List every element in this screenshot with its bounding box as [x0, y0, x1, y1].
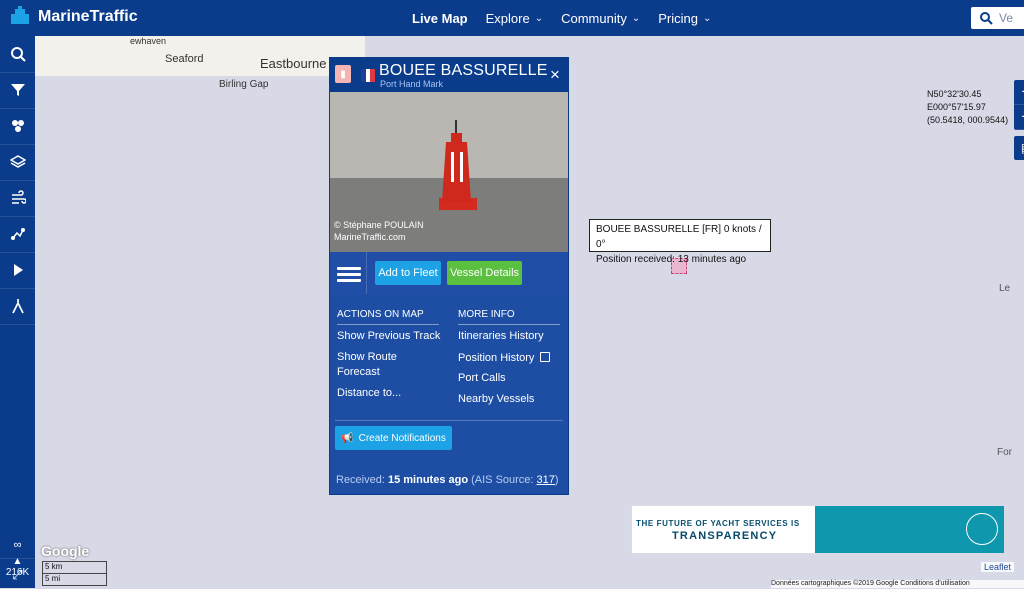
distance-to-link[interactable]: Distance to... — [337, 387, 401, 399]
add-to-fleet-button[interactable]: Add to Fleet — [375, 261, 441, 285]
vessel-info-popup: ▮ BOUEE BASSURELLE Port Hand Mark × © St… — [329, 57, 569, 495]
ship-logo-icon — [11, 6, 29, 24]
routes-icon — [10, 228, 25, 240]
measure-button[interactable] — [0, 288, 35, 325]
actions-on-map-title: ACTIONS ON MAP — [337, 309, 439, 325]
more-info-title: MORE INFO — [458, 309, 560, 325]
search-icon — [10, 47, 26, 62]
vessel-tooltip: BOUEE BASSURELLE [FR] 0 knots / 0° Posit… — [589, 219, 771, 265]
map-scale: 5 km 5 mi — [42, 561, 107, 586]
popup-title: BOUEE BASSURELLE — [379, 62, 548, 79]
received-status: Received: 15 minutes ago (AIS Source: 31… — [336, 474, 559, 486]
ad-line-1: THE FUTURE OF YACHT SERVICES IS — [636, 519, 800, 528]
layers-icon — [9, 155, 26, 168]
close-button[interactable]: × — [542, 58, 568, 92]
search-icon — [980, 12, 993, 25]
france-flag-icon — [361, 69, 376, 82]
live-status-button[interactable]: ∞ — [0, 532, 35, 559]
create-notifications-button[interactable]: 📢 Create Notifications — [335, 426, 452, 450]
map-type-button[interactable]: ▤ — [1014, 136, 1024, 160]
zoom-control: + − — [1014, 80, 1024, 130]
nav-pricing[interactable]: Pricing ⌄ — [658, 11, 711, 26]
photo-credit: © Stéphane POULAIN MarineTraffic.com — [334, 220, 424, 242]
weather-button[interactable] — [0, 180, 35, 217]
map-label-eastbourne: Eastbourne — [260, 56, 327, 71]
nav-explore[interactable]: Explore ⌄ — [486, 11, 543, 26]
map-label-le: Le — [999, 283, 1011, 294]
nav-community[interactable]: Community ⌄ — [561, 11, 640, 26]
map-label-seaford: Seaford — [165, 53, 204, 65]
popup-header: ▮ BOUEE BASSURELLE Port Hand Mark × — [330, 58, 568, 92]
chevron-down-icon: ⌄ — [702, 12, 712, 24]
brand-name: MarineTraffic — [38, 8, 138, 25]
main-nav: Live Map Explore ⌄ Community ⌄ Pricing ⌄ — [412, 0, 711, 36]
advertisement-banner[interactable]: THE FUTURE OF YACHT SERVICES IS TRANSPAR… — [631, 505, 1005, 554]
zoom-in-button[interactable]: + — [1014, 80, 1024, 105]
layers-button[interactable] — [0, 144, 35, 181]
divider — [366, 252, 367, 294]
top-navigation-bar: MarineTraffic Live Map Explore ⌄ Communit… — [0, 0, 1024, 36]
show-route-link[interactable]: Show Route — [337, 351, 397, 363]
expand-icon: ⤢ — [12, 567, 23, 582]
density-icon — [11, 120, 24, 132]
measure-icon — [11, 299, 24, 314]
menu-button[interactable] — [337, 264, 361, 282]
play-icon — [13, 264, 23, 276]
leaflet-link[interactable]: Leaflet — [981, 562, 1015, 572]
map-attribution[interactable]: Données cartographiques ©2019 Google Con… — [771, 580, 1024, 588]
filter-icon — [10, 84, 25, 96]
fullscreen-button[interactable]: ⤢ — [0, 562, 35, 589]
ad-logo — [966, 513, 998, 545]
search-input[interactable]: Ve — [971, 7, 1024, 29]
playback-button[interactable] — [0, 252, 35, 289]
density-button[interactable] — [0, 108, 35, 145]
map-label-for: For — [997, 447, 1012, 458]
map-label-birling-gap: Birling Gap — [219, 79, 269, 90]
weather-icon — [11, 190, 26, 204]
ais-source-link[interactable]: 317 — [537, 474, 555, 486]
infinity-icon: ∞ — [13, 539, 22, 551]
ad-line-2: TRANSPARENCY — [672, 530, 778, 542]
show-previous-track-link[interactable]: Show Previous Track — [337, 330, 440, 342]
lock-icon — [540, 352, 551, 362]
google-logo: Google — [41, 543, 90, 559]
vessel-photo[interactable]: © Stéphane POULAIN MarineTraffic.com — [330, 92, 568, 252]
port-calls-link[interactable]: Port Calls — [458, 372, 506, 384]
search-placeholder: Ve — [999, 11, 1014, 25]
left-toolbar: ▲ 216K ∞ ⤢ — [0, 36, 35, 589]
marinetraffic-logo[interactable]: MarineTraffic — [8, 6, 138, 28]
cursor-coordinates: N50°32'30.45 E000°57'15.97 (50.5418, 000… — [927, 89, 1009, 125]
forecast-link[interactable]: Forecast — [337, 366, 380, 378]
position-history-link[interactable]: Position History — [458, 351, 551, 364]
chevron-down-icon: ⌄ — [534, 12, 544, 24]
zoom-out-button[interactable]: − — [1014, 105, 1024, 130]
filter-button[interactable] — [0, 72, 35, 109]
map-label-newhaven: ewhaven — [130, 36, 167, 46]
popup-actions-bar: Add to Fleet Vessel Details — [330, 252, 568, 294]
buoy-icon: ▮ — [335, 65, 351, 83]
search-button[interactable] — [0, 36, 35, 73]
nearby-vessels-link[interactable]: Nearby Vessels — [458, 393, 534, 405]
itineraries-history-link[interactable]: Itineraries History — [458, 330, 544, 342]
section-divider — [335, 420, 563, 421]
megaphone-icon: 📢 — [341, 432, 354, 444]
chevron-down-icon: ⌄ — [631, 12, 641, 24]
routes-button[interactable] — [0, 216, 35, 253]
popup-subtitle: Port Hand Mark — [380, 79, 444, 89]
buoy-photo-icon — [439, 120, 477, 210]
vessel-details-button[interactable]: Vessel Details — [447, 261, 522, 285]
nav-live-map[interactable]: Live Map — [412, 11, 468, 26]
